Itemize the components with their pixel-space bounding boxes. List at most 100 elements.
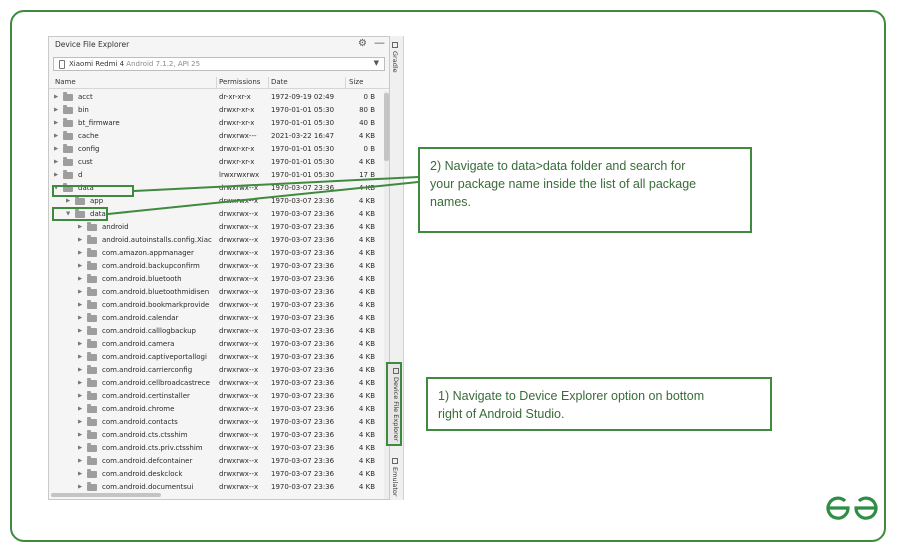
device-explorer-icon [393,368,399,374]
chevron-right-icon[interactable]: ▶ [78,276,82,282]
chevron-right-icon[interactable]: ▶ [54,120,58,126]
chevron-right-icon[interactable]: ▶ [78,302,82,308]
table-row[interactable]: ▶ config drwxr-xr-x 1970-01-01 05:30 0 B [49,143,384,156]
chevron-right-icon[interactable]: ▶ [78,380,82,386]
table-row[interactable]: ▶ com.android.cellbroadcastrece drwxrwx--x… [49,377,384,390]
chevron-right-icon[interactable]: ▶ [78,432,82,438]
folder-icon [63,170,73,179]
chevron-right-icon[interactable]: ▶ [78,289,82,295]
chevron-right-icon[interactable]: ▶ [54,159,58,165]
file-date: 1970-03-07 23:36 [271,301,335,309]
device-select[interactable]: Xiaomi Redmi 4 Android 7.1.2, API 25 ▼ [53,57,385,71]
file-date: 1970-03-07 23:36 [271,392,335,400]
chevron-right-icon[interactable]: ▶ [78,445,82,451]
table-row[interactable]: ▶ d lrwxrwxrwx 1970-01-01 05:30 17 B [49,169,384,182]
gear-icon[interactable]: ⚙ [358,38,367,49]
file-permissions: drwxrwx--x [219,392,259,400]
table-row[interactable]: ▶ com.android.defcontainer drwxrwx--x 1970-… [49,455,384,468]
chevron-right-icon[interactable]: ▶ [78,419,82,425]
table-row[interactable]: ▶ com.android.calendar drwxrwx--x 1970-03-0… [49,312,384,325]
scrollbar-thumb[interactable] [384,93,389,161]
table-row[interactable]: ▶ com.android.deskclock drwxrwx--x 1970-03-… [49,468,384,481]
chevron-right-icon[interactable]: ▶ [78,328,82,334]
table-row[interactable]: ▶ com.android.bookmarkprovide drwxrwx--x 19… [49,299,384,312]
table-row[interactable]: ▶ com.android.cts.ctsshim drwxrwx--x 1970-0… [49,429,384,442]
folder-icon [87,300,97,309]
tab-device-file-explorer[interactable]: Device File Explorer [386,362,402,446]
chevron-right-icon[interactable]: ▶ [78,237,82,243]
folder-icon [87,287,97,296]
chevron-right-icon[interactable]: ▶ [78,458,82,464]
chevron-right-icon[interactable]: ▶ [78,263,82,269]
chevron-right-icon[interactable]: ▶ [78,315,82,321]
callout-step1: 1) Navigate to Device Explorer option on… [426,377,772,431]
callout-step2: 2) Navigate to data>data folder and sear… [418,147,752,233]
panel-title: Device File Explorer [55,40,130,49]
table-row[interactable]: ▶ com.android.contacts drwxrwx--x 1970-03-0… [49,416,384,429]
highlight-data-subfolder [52,207,108,221]
table-row[interactable]: ▶ com.android.calllogbackup drwxrwx--x 1970… [49,325,384,338]
chevron-right-icon[interactable]: ▶ [78,224,82,230]
table-row[interactable]: ▶ com.android.camera drwxrwx--x 1970-03-07 … [49,338,384,351]
chevron-right-icon[interactable]: ▶ [54,107,58,113]
chevron-right-icon[interactable]: ▶ [54,172,58,178]
table-row[interactable]: ▶ android.autoinstalls.config.Xiac drwxrwx… [49,234,384,247]
file-date: 1970-03-07 23:36 [271,431,335,439]
table-row[interactable]: ▶ acct dr-xr-xr-x 1972-09-19 02:49 0 B [49,91,384,104]
chevron-right-icon[interactable]: ▶ [78,354,82,360]
chevron-right-icon[interactable]: ▶ [78,471,82,477]
file-date: 1970-03-07 23:36 [271,197,335,205]
table-row[interactable]: ▶ com.android.captiveportallogi drwxrwx--x… [49,351,384,364]
panel-header: Device File Explorer ⚙ — [49,37,389,55]
column-header-name[interactable]: Name [55,78,76,86]
horizontal-scrollbar[interactable] [51,493,161,497]
chevron-right-icon[interactable]: ▶ [78,393,82,399]
chevron-right-icon[interactable]: ▶ [78,367,82,373]
file-size: 4 KB [358,353,375,361]
table-row[interactable]: ▶ com.android.chrome drwxrwx--x 1970-03-07 … [49,403,384,416]
chevron-right-icon[interactable]: ▶ [54,146,58,152]
chevron-right-icon[interactable]: ▶ [78,484,82,490]
table-row[interactable]: ▶ bin drwxr-xr-x 1970-01-01 05:30 80 B [49,104,384,117]
file-permissions: drwxrwx--x [219,379,259,387]
minimize-icon[interactable]: — [374,37,385,49]
file-size: 4 KB [358,236,375,244]
file-permissions: drwxrwx--x [219,262,259,270]
chevron-right-icon[interactable]: ▶ [78,406,82,412]
column-header-permissions[interactable]: Permissions [219,78,260,86]
file-date: 1970-03-07 23:36 [271,184,335,192]
tab-emulator[interactable]: Emulator [391,458,399,497]
chevron-right-icon[interactable]: ▶ [54,133,58,139]
chevron-right-icon[interactable]: ▶ [78,341,82,347]
phone-icon [59,60,65,69]
file-name: data [90,210,106,218]
folder-icon [63,157,73,166]
file-size: 4 KB [358,314,375,322]
chevron-right-icon[interactable]: ▶ [54,94,58,100]
column-header-size[interactable]: Size [349,78,363,86]
emulator-icon [392,458,398,464]
table-row[interactable]: ▶ cust drwxr-xr-x 1970-01-01 05:30 4 KB [49,156,384,169]
table-row[interactable]: ▶ android drwxrwx--x 1970-03-07 23:36 4 KB [49,221,384,234]
table-row[interactable]: ▶ com.amazon.appmanager drwxrwx--x 1970-03-… [49,247,384,260]
folder-icon [87,404,97,413]
gfg-logo [826,496,878,520]
tab-gradle[interactable]: Gradle [391,42,399,73]
table-row[interactable]: ▶ com.android.cts.priv.ctsshim drwxrwx--x 1… [49,442,384,455]
file-permissions: drwxrwx--x [219,288,259,296]
table-row[interactable]: ▶ bt_firmware drwxr-xr-x 1970-01-01 05:30 40… [49,117,384,130]
folder-icon [87,456,97,465]
column-header-date[interactable]: Date [271,78,288,86]
table-row[interactable]: ▶ com.android.certinstaller drwxrwx--x 1970… [49,390,384,403]
chevron-right-icon[interactable]: ▶ [78,250,82,256]
file-permissions: drwxrwx--x [219,249,259,257]
chevron-right-icon[interactable]: ▶ [66,198,70,204]
table-row[interactable]: ▶ com.android.backupconfirm drwxrwx--x 1970… [49,260,384,273]
file-date: 1970-01-01 05:30 [271,106,335,114]
table-row[interactable]: ▶ cache drwxrwx--- 2021-03-22 16:47 4 KB [49,130,384,143]
table-row[interactable]: ▶ com.android.bluetooth drwxrwx--x 1970-03-… [49,273,384,286]
file-size: 80 B [359,106,375,114]
table-row[interactable]: ▶ com.android.bluetoothmidisen drwxrwx--x 1… [49,286,384,299]
table-row[interactable]: ▶ com.android.carrierconfig drwxrwx--x 1970… [49,364,384,377]
file-size: 4 KB [358,223,375,231]
